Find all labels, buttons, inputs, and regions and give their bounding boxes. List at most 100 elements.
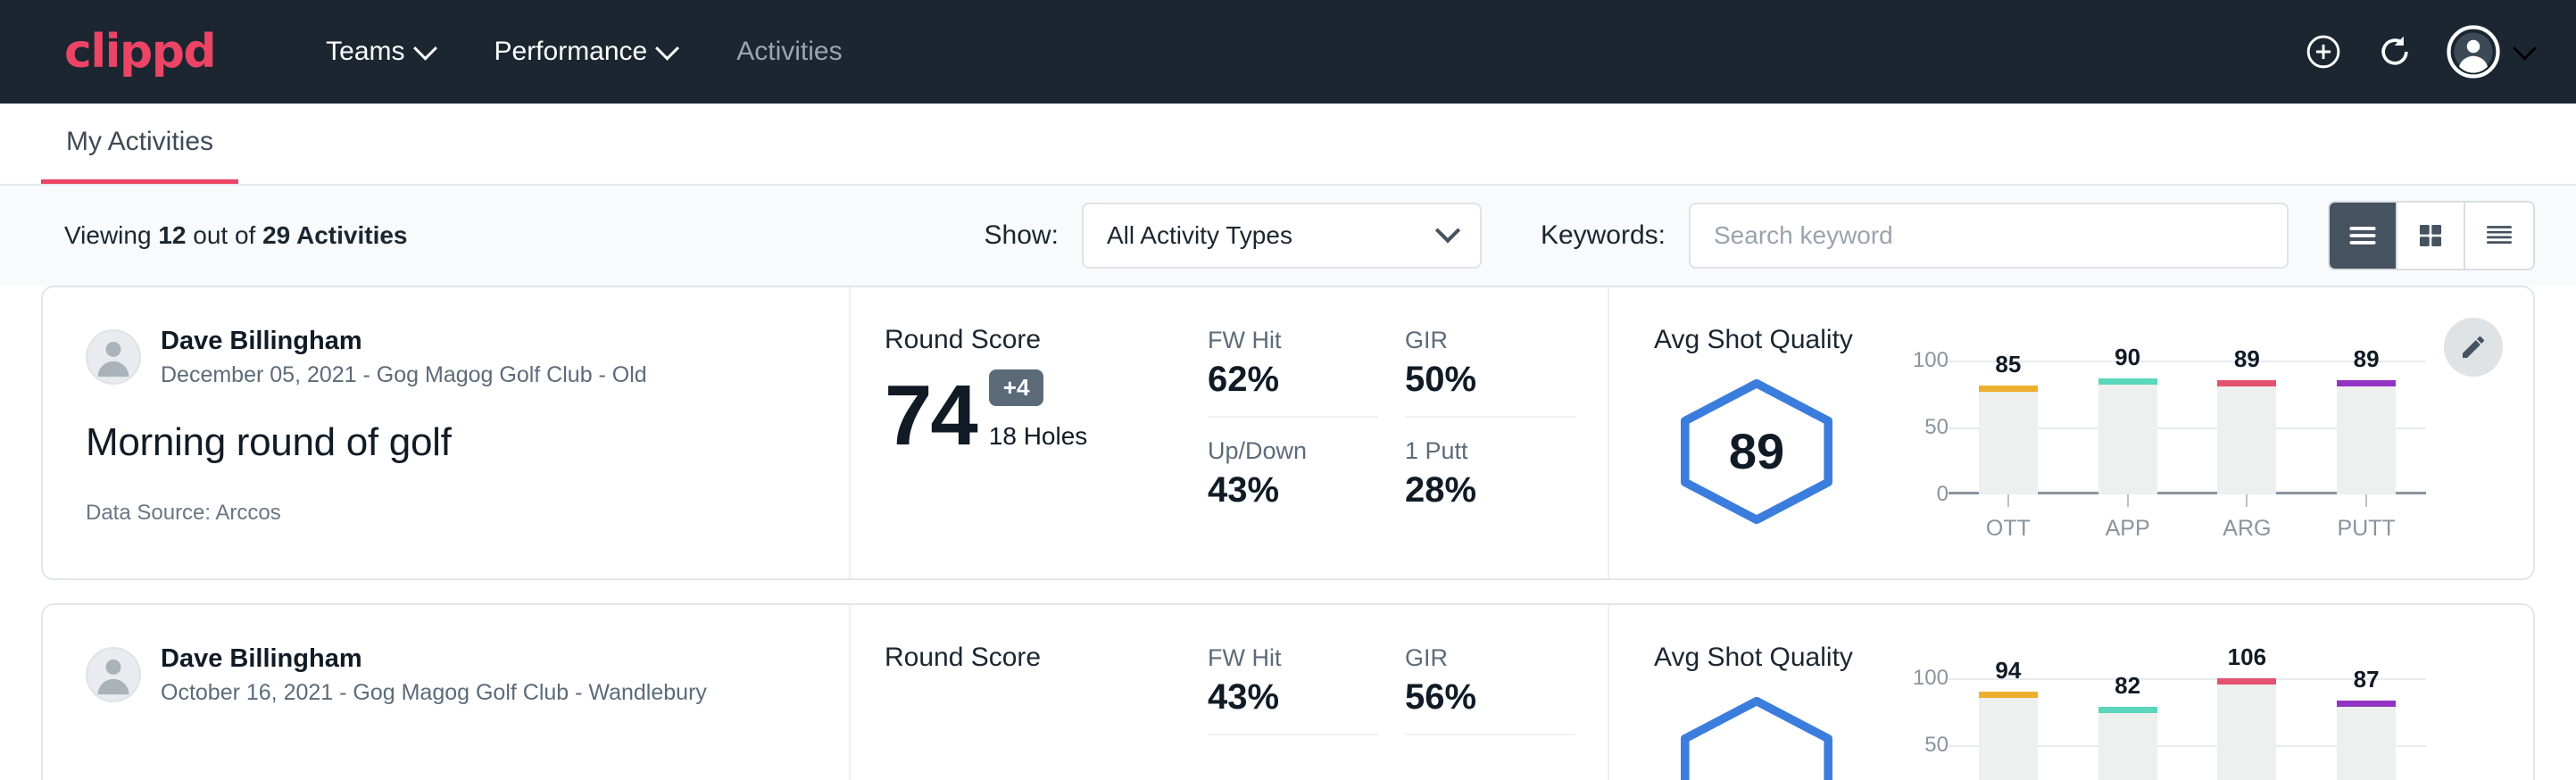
search-input[interactable]: Search keyword (1689, 203, 2289, 269)
shot-quality-value: 89 (1729, 422, 1784, 480)
nav-item-teams[interactable]: Teams (295, 28, 463, 76)
compact-view-icon[interactable] (2465, 203, 2533, 269)
chart-bar-cap (2098, 707, 2157, 713)
chevron-down-icon (655, 36, 679, 60)
avg-shot-quality-heading: Avg Shot Quality (1654, 325, 2426, 355)
filter-controls: Show: All Activity Types Keywords: Searc… (985, 201, 2535, 270)
activity-author-name: Dave Billingham (161, 325, 647, 357)
chart-bar-cap (2098, 378, 2157, 385)
chart-x-labels: OTTAPPARGPUTT (1949, 516, 2426, 542)
activity-card[interactable]: Dave Billingham December 05, 2021 - Gog … (41, 286, 2535, 580)
activity-title: Morning round of golf (86, 420, 813, 465)
chart-bars: 948210687 (1949, 678, 2426, 780)
activity-author-text: Dave Billingham October 16, 2021 - Gog M… (161, 643, 707, 708)
score-to-par-badge: +4 (989, 369, 1044, 406)
chart-x-tick-label: PUTT (2337, 516, 2396, 542)
tab-strip: My Activities (0, 104, 2576, 186)
chart-bar-cap (2337, 380, 2396, 386)
chart-x-tick-label: APP (2098, 516, 2157, 542)
nav-item-activities[interactable]: Activities (706, 28, 872, 76)
nav-item-performance-label: Performance (494, 37, 648, 67)
chart-y-axis: 050100 (1895, 361, 1949, 494)
round-stats-grid: FW Hit 43% GIR 56% (1181, 605, 1609, 780)
add-circle-icon[interactable] (2304, 32, 2343, 71)
chart-bar: 85 (1979, 386, 2038, 494)
avg-shot-quality-section: Avg Shot Quality 89 05010085908989OTTAPP… (1609, 287, 2533, 578)
chart-bar-slot: 89 (2217, 361, 2276, 494)
chart-bar-slot: 87 (2337, 678, 2396, 780)
viewing-summary: Viewing 12 out of 29 Activities (64, 221, 408, 250)
stat-gir-label: GIR (1405, 327, 1575, 354)
activity-author: Dave Billingham October 16, 2021 - Gog M… (86, 643, 813, 708)
viewing-total: 29 Activities (262, 221, 407, 249)
edit-pencil-icon[interactable] (2444, 318, 2503, 377)
activity-type-select[interactable]: All Activity Types (1082, 203, 1482, 269)
avg-shot-quality-section: Avg Shot Quality 050100948210687OTTAPPAR… (1609, 605, 2533, 780)
nav-item-performance[interactable]: Performance (464, 28, 707, 76)
chart-bar-value-label: 85 (1995, 351, 2021, 378)
activity-author-name: Dave Billingham (161, 643, 707, 675)
chart-bar-value-label: 82 (2115, 672, 2140, 700)
stat-fw-hit-label: FW Hit (1208, 327, 1378, 354)
shot-quality-bar-chart: 05010085908989OTTAPPARGPUTT (1859, 361, 2426, 542)
stat-fw-hit-value: 43% (1208, 677, 1378, 718)
stat-one-putt-label: 1 Putt (1405, 437, 1575, 465)
chart-y-tick-label: 0 (1937, 482, 1949, 507)
activity-card[interactable]: Dave Billingham October 16, 2021 - Gog M… (41, 603, 2535, 780)
stat-fw-hit: FW Hit 62% (1208, 327, 1378, 418)
chevron-down-icon (413, 36, 437, 60)
stat-up-down-value: 43% (1208, 470, 1378, 510)
tab-my-activities[interactable]: My Activities (41, 104, 238, 184)
stat-fw-hit-value: 62% (1208, 360, 1378, 400)
chevron-down-icon (1435, 218, 1460, 243)
activity-author: Dave Billingham December 05, 2021 - Gog … (86, 325, 813, 390)
stat-gir: GIR 50% (1405, 327, 1575, 418)
chart-bars: 85908989 (1949, 361, 2426, 494)
stat-one-putt: 1 Putt 28% (1405, 437, 1575, 525)
filter-bar: Viewing 12 out of 29 Activities Show: Al… (0, 186, 2576, 286)
holes-played: 18 Holes (989, 422, 1088, 451)
chart-x-tick (2098, 494, 2157, 507)
chart-bar-slot: 94 (1979, 678, 2038, 780)
activity-author-text: Dave Billingham December 05, 2021 - Gog … (161, 325, 647, 390)
chart-x-ticks (1949, 494, 2426, 507)
chart-bar-slot: 106 (2217, 678, 2276, 780)
round-score-value-row: 74 +4 18 Holes (885, 369, 1181, 456)
main-nav: Teams Performance Activities (295, 28, 872, 76)
avg-shot-quality-body: 050100948210687OTTAPPARGPUTT (1654, 678, 2426, 780)
round-score-value: 74 (885, 375, 976, 456)
activity-summary: Dave Billingham December 05, 2021 - Gog … (43, 287, 851, 578)
refresh-icon[interactable] (2375, 32, 2414, 71)
chart-y-tick-label: 50 (1924, 733, 1949, 758)
keywords-group: Keywords: Search keyword (1541, 203, 2289, 269)
chart-y-tick-label: 100 (1913, 348, 1949, 373)
round-score-heading: Round Score (885, 643, 1181, 673)
viewing-prefix: Viewing (64, 221, 158, 249)
shot-quality-hexagon (1654, 694, 1859, 780)
avatar (86, 647, 141, 702)
chart-x-tick-label: ARG (2217, 516, 2276, 542)
stat-gir-label: GIR (1405, 644, 1575, 672)
chart-bar-slot: 89 (2337, 361, 2396, 494)
view-toggle-group (2328, 201, 2535, 270)
clippd-logo[interactable]: clippd (64, 29, 215, 75)
avg-shot-quality-body: 89 05010085908989OTTAPPARGPUTT (1654, 361, 2426, 542)
stat-fw-hit-label: FW Hit (1208, 644, 1378, 672)
chart-bar-cap (2217, 380, 2276, 386)
chevron-down-icon (2513, 36, 2537, 60)
tab-my-activities-label: My Activities (66, 127, 213, 157)
stat-fw-hit: FW Hit 43% (1208, 644, 1378, 735)
account-avatar[interactable] (2447, 25, 2533, 79)
nav-item-teams-label: Teams (326, 37, 404, 67)
chart-bar: 94 (1979, 692, 2038, 780)
chart-bar-slot: 85 (1979, 361, 2038, 494)
chart-plot-area: 948210687 (1949, 678, 2426, 780)
grid-view-icon[interactable] (2397, 203, 2465, 269)
chart-bar: 106 (2217, 678, 2276, 780)
round-score-section: Round Score 74 +4 18 Holes (851, 287, 1181, 578)
shot-quality-hexagon: 89 (1654, 377, 1859, 527)
shot-quality-bar-chart: 050100948210687OTTAPPARGPUTT (1859, 678, 2426, 780)
stat-one-putt-value: 28% (1405, 470, 1575, 510)
chart-x-tick (1979, 494, 2038, 507)
list-view-icon[interactable] (2330, 203, 2397, 269)
